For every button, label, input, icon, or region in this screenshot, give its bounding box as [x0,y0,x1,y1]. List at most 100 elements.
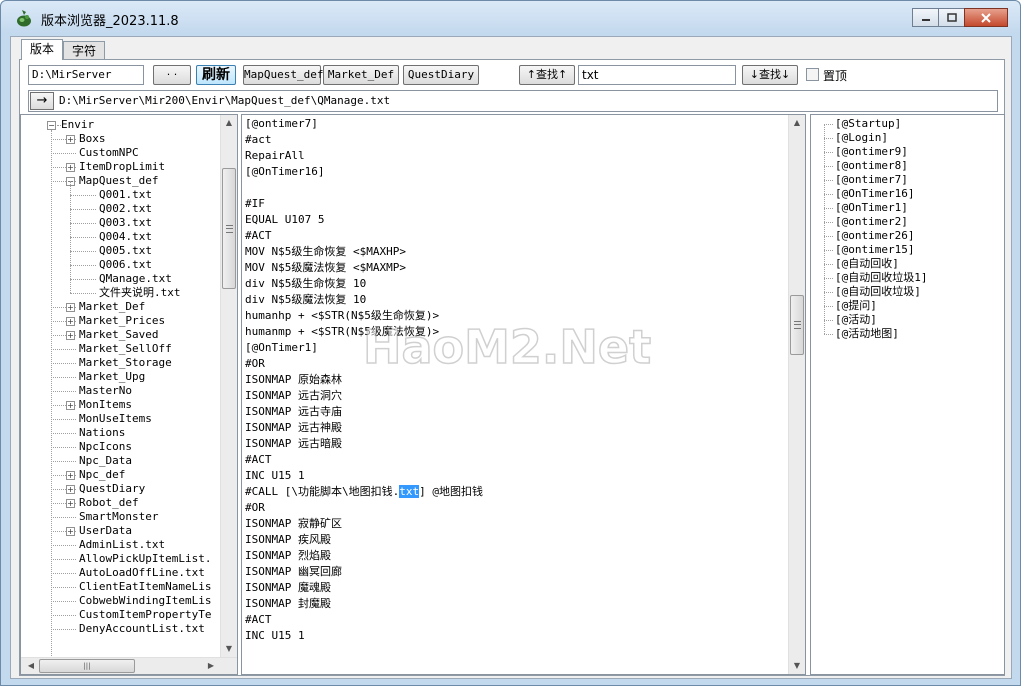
tree-folder-item[interactable]: Robot_def [79,496,139,510]
outline-label-item[interactable]: [@活动] [835,313,877,327]
tree-horizontal-scrollbar[interactable]: ◀ ||| ▶ [21,657,237,674]
tree-file-item[interactable]: Q004.txt [99,230,152,244]
tree-file-item[interactable]: Q006.txt [99,258,152,272]
expand-icon[interactable]: + [66,499,75,508]
title-bar[interactable]: 版本浏览器_2023.11.8 [1,1,1020,33]
tree-hscroll-thumb[interactable]: ||| [39,659,135,673]
outline-label-item[interactable]: [@ontimer2] [835,215,908,229]
tree-folder-item[interactable]: MonUseItems [79,412,152,426]
close-button[interactable] [964,8,1008,27]
expand-icon[interactable]: + [66,485,75,494]
tree-file-item[interactable]: Q001.txt [99,188,152,202]
browse-button[interactable]: · · [153,65,191,85]
tree-file-item[interactable]: Q005.txt [99,244,152,258]
outline-label-item[interactable]: [@ontimer7] [835,173,908,187]
tree-folder-item[interactable]: SmartMonster [79,510,158,524]
tree-connector [51,419,76,420]
outline-label-item[interactable]: [@自动回收] [835,257,899,271]
outline-label-item[interactable]: [@ontimer8] [835,159,908,173]
shortcut-market-def-button[interactable]: Market_Def [323,65,399,85]
expand-icon[interactable]: + [66,401,75,410]
outline-label-item[interactable]: [@活动地图] [835,327,899,341]
scroll-up-arrow-icon[interactable]: ▲ [221,115,237,131]
expand-icon[interactable]: + [66,331,75,340]
tree-file-item[interactable]: 文件夹说明.txt [99,286,181,300]
maximize-button[interactable] [938,8,965,27]
editor-vertical-scrollbar[interactable]: ▲ ▼ [788,115,805,674]
tree-folder-item[interactable]: Market_Def [79,300,145,314]
tree-folder-item[interactable]: CobwebWindingItemLis [79,594,211,608]
go-button[interactable]: → [30,92,54,110]
tab-version[interactable]: 版本 [21,39,64,60]
outline-label-item[interactable]: [@ontimer15] [835,243,914,257]
tree-folder-item[interactable]: QuestDiary [79,482,145,496]
label-outline[interactable]: [@Startup] [@Login] [@ontimer9] [@ontimer8]… [810,114,1005,675]
outline-label-item[interactable]: [@ontimer26] [835,229,914,243]
tree-folder-item[interactable]: ClientEatItemNameLis [79,580,211,594]
tree-folder-item[interactable]: Npc_def [79,468,125,482]
outline-label-item[interactable]: [@ontimer9] [835,145,908,159]
outline-label-item[interactable]: [@OnTimer16] [835,187,914,201]
tree-folder-item[interactable]: Market_Prices [79,314,165,328]
root-path-field[interactable]: D:\MirServer [28,65,144,85]
tree-folder-item[interactable]: Market_Storage [79,356,172,370]
tree-folder-item[interactable]: Npc_Data [79,454,132,468]
tree-branch-line [70,237,71,251]
shortcut-mapquest-button[interactable]: MapQuest_def [243,65,323,85]
expand-icon[interactable]: + [66,471,75,480]
scroll-down-arrow-icon[interactable]: ▼ [789,658,805,674]
outline-label-item[interactable]: [@OnTimer1] [835,201,908,215]
tree-file-item[interactable]: Q003.txt [99,216,152,230]
tree-folder-item[interactable]: Market_Saved [79,328,158,342]
tree-file-item[interactable]: QManage.txt [99,272,172,286]
tree-file-item[interactable]: Q002.txt [99,202,152,216]
tree-scroll-thumb[interactable] [222,168,236,289]
tree-folder-item[interactable]: Nations [79,426,125,440]
editor-scroll-thumb[interactable] [790,295,804,355]
outline-label-item[interactable]: [@自动回收垃圾1] [835,271,928,285]
expand-icon[interactable]: + [66,135,75,144]
tree-folder-item[interactable]: Boxs [79,132,106,146]
find-down-button[interactable]: ↓查找↓ [742,65,798,85]
pin-checkbox[interactable] [806,68,819,81]
scroll-left-arrow-icon[interactable]: ◀ [23,658,39,674]
tree-folder-item[interactable]: Market_SellOff [79,342,172,356]
tree-folder-item[interactable]: AdminList.txt [79,538,165,552]
collapse-icon[interactable]: − [47,121,56,130]
scroll-right-arrow-icon[interactable]: ▶ [203,658,219,674]
tree-folder-item[interactable]: ItemDropLimit [79,160,165,174]
tree-folder-item[interactable]: CustomNPC [79,146,139,160]
outline-label-item[interactable]: [@Login] [835,131,888,145]
tree-folder-item[interactable]: Market_Upg [79,370,145,384]
find-up-button[interactable]: ↑查找↑ [519,65,575,85]
tree-folder-item[interactable]: AllowPickUpItemList. [79,552,211,566]
expand-icon[interactable]: + [66,527,75,536]
tree-vertical-scrollbar[interactable]: ▲ ▼ [220,115,237,657]
expand-icon[interactable]: + [66,303,75,312]
tree-folder-item[interactable]: MapQuest_def [79,174,158,188]
tree-folder-item[interactable]: NpcIcons [79,440,132,454]
scroll-down-arrow-icon[interactable]: ▼ [221,641,237,657]
tree-folder-item[interactable]: DenyAccountList.txt [79,622,205,636]
tree-branch-line [70,279,71,293]
tree-folder-item[interactable]: MonItems [79,398,132,412]
scroll-up-arrow-icon[interactable]: ▲ [789,115,805,131]
watermark-text: HaoM2.Net [363,320,651,374]
tree-folder-item[interactable]: CustomItemPropertyTe [79,608,211,622]
folder-tree[interactable]: Envir − + Boxs CustomNPC + ItemDropLimit − MapQu… [20,114,238,675]
expand-icon[interactable]: + [66,163,75,172]
outline-label-item[interactable]: [@Startup] [835,117,901,131]
refresh-button[interactable]: 刷新 [196,65,236,85]
tab-string[interactable]: 字符 [63,41,106,60]
outline-label-item[interactable]: [@自动回收垃圾] [835,285,921,299]
outline-label-item[interactable]: [@提问] [835,299,877,313]
tree-folder-item[interactable]: UserData [79,524,132,538]
shortcut-questdiary-button[interactable]: QuestDiary [403,65,479,85]
script-editor[interactable]: [@ontimer7] #act RepairAll [@OnTimer16] #IF E… [241,114,806,675]
tree-folder-item[interactable]: AutoLoadOffLine.txt [79,566,205,580]
minimize-button[interactable] [912,8,939,27]
tree-root-item[interactable]: Envir [61,118,94,132]
search-input[interactable]: txt [578,65,736,85]
expand-icon[interactable]: + [66,317,75,326]
tree-folder-item[interactable]: MasterNo [79,384,132,398]
